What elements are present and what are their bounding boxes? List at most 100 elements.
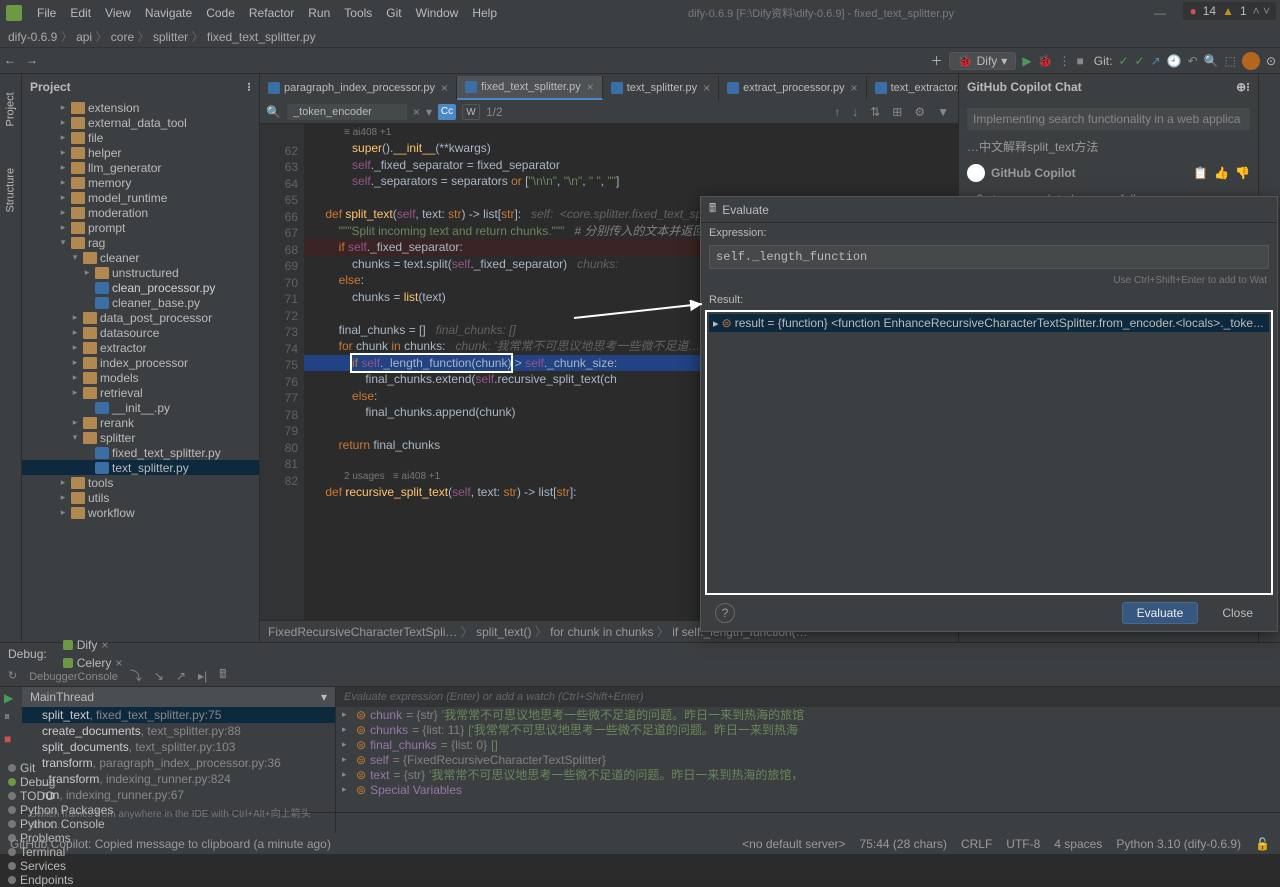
breadcrumb-item[interactable]: FixedRecursiveCharacterTextSpli… — [268, 625, 457, 639]
stack-frame[interactable]: create_documents, text_splitter.py:88 — [22, 723, 335, 739]
expression-input[interactable]: self._length_function — [709, 245, 1269, 269]
tree-item[interactable]: ▸external_data_tool — [22, 115, 259, 130]
select-all-icon[interactable]: ⇅ — [867, 105, 883, 119]
structure-tool-tab[interactable]: Structure — [5, 192, 17, 213]
tree-item[interactable]: ▸workflow — [22, 505, 259, 520]
status-encoding[interactable]: UTF-8 — [1006, 837, 1040, 851]
tree-item[interactable]: ▸memory — [22, 175, 259, 190]
rerun-icon[interactable]: ↻ — [8, 669, 17, 682]
status-indent[interactable]: 4 spaces — [1054, 837, 1102, 851]
editor-tab[interactable]: text_splitter.py× — [603, 76, 719, 100]
debug-subtab[interactable]: Console — [78, 671, 118, 683]
resume-icon[interactable]: ▶ — [0, 687, 22, 705]
menu-tools[interactable]: Tools — [337, 4, 379, 22]
tree-item[interactable]: ▸extension — [22, 100, 259, 115]
tree-item[interactable]: ▸rerank — [22, 415, 259, 430]
add-config-icon[interactable]: ＋ — [931, 52, 943, 69]
tree-item[interactable]: ▸llm_generator — [22, 160, 259, 175]
menu-code[interactable]: Code — [199, 4, 242, 22]
status-interpreter[interactable]: Python 3.10 (dify-0.6.9) — [1116, 837, 1241, 851]
copilot-more-icon[interactable]: ⁝ — [1246, 80, 1250, 94]
crumb[interactable]: core — [111, 30, 134, 44]
evaluate-icon[interactable]: 🖩 — [219, 665, 226, 686]
tree-item[interactable]: ▸model_runtime — [22, 190, 259, 205]
git-history-icon[interactable]: 🕘 — [1167, 54, 1182, 68]
add-selection-icon[interactable]: ⊞ — [889, 105, 905, 119]
editor-tab[interactable]: fixed_text_splitter.py× — [457, 76, 603, 100]
tree-item[interactable]: ▾rag — [22, 235, 259, 250]
bottom-tab-python-console[interactable]: Python Console — [8, 817, 113, 831]
status-position[interactable]: 75:44 (28 chars) — [860, 837, 947, 851]
tree-item[interactable]: ▸datasource — [22, 325, 259, 340]
forward-icon[interactable]: → — [26, 53, 42, 69]
help-icon[interactable]: ? — [715, 603, 735, 623]
copilot-search[interactable]: Implementing search functionality in a w… — [967, 108, 1250, 130]
thumbs-up-icon[interactable]: 👍 — [1214, 166, 1229, 180]
tree-item[interactable]: __init__.py — [22, 400, 259, 415]
bottom-tab-todo[interactable]: TODO — [8, 789, 113, 803]
tab-close-icon[interactable]: × — [703, 81, 710, 95]
tab-close-icon[interactable]: × — [587, 80, 594, 94]
bottom-tab-services[interactable]: Services — [8, 859, 113, 873]
menu-git[interactable]: Git — [379, 4, 408, 22]
tree-item[interactable]: text_splitter.py — [22, 460, 259, 475]
crumb[interactable]: dify-0.6.9 — [8, 30, 57, 44]
status-server[interactable]: <no default server> — [742, 837, 845, 851]
tree-item[interactable]: ▸index_processor — [22, 355, 259, 370]
avatar-icon[interactable] — [1242, 52, 1260, 70]
menu-edit[interactable]: Edit — [63, 4, 98, 22]
crumb[interactable]: api — [76, 30, 92, 44]
minimize-button[interactable]: — — [1138, 6, 1182, 20]
thread-select[interactable]: MainThread — [30, 690, 94, 704]
inspections-widget[interactable]: ●14 ▲1 ˄ ˅ — [1183, 2, 1276, 20]
copilot-new-icon[interactable]: ⊕ — [1236, 80, 1246, 94]
filter-icon[interactable]: ⚙ — [911, 105, 928, 119]
more-run-icon[interactable]: ⋮ — [1059, 54, 1071, 68]
tree-item[interactable]: ▸extractor — [22, 340, 259, 355]
git-update-icon[interactable]: ✓ — [1118, 54, 1128, 68]
bottom-tab-debug[interactable]: Debug — [8, 775, 113, 789]
debug-session-tab[interactable]: Dify × — [57, 636, 129, 654]
menu-window[interactable]: Window — [409, 4, 466, 22]
variable-row[interactable]: ▸⊜ chunks = {list: 11} ['我常常不可思议地思考一些微不足… — [336, 722, 1280, 737]
editor-tab[interactable]: paragraph_index_processor.py× — [260, 76, 457, 100]
find-history-icon[interactable]: ▾ — [426, 105, 432, 119]
editor-tab[interactable]: extract_processor.py× — [719, 76, 867, 100]
tree-item[interactable]: fixed_text_splitter.py — [22, 445, 259, 460]
tree-item[interactable]: ▾splitter — [22, 430, 259, 445]
project-tool-tab[interactable]: Project — [5, 106, 17, 127]
bottom-tab-endpoints[interactable]: Endpoints — [8, 873, 113, 887]
thumbs-down-icon[interactable]: 👎 — [1235, 166, 1250, 180]
tab-close-icon[interactable]: × — [441, 81, 448, 95]
tree-item[interactable]: ▸file — [22, 130, 259, 145]
menu-help[interactable]: Help — [465, 4, 504, 22]
git-commit-icon[interactable]: ✓ — [1135, 54, 1145, 68]
tree-item[interactable]: ▸helper — [22, 145, 259, 160]
crumb[interactable]: splitter — [153, 30, 188, 44]
step-out-icon[interactable]: ↗ — [176, 669, 186, 683]
stack-frame[interactable]: split_text, fixed_text_splitter.py:75 — [22, 707, 335, 723]
tree-item[interactable]: cleaner_base.py — [22, 295, 259, 310]
ide-settings-icon[interactable]: ⬚ — [1225, 54, 1236, 68]
tree-item[interactable]: ▸retrieval — [22, 385, 259, 400]
menu-file[interactable]: File — [30, 4, 63, 22]
copy-icon[interactable]: 📋 — [1193, 166, 1208, 180]
tab-close-icon[interactable]: × — [851, 81, 858, 95]
editor-tab[interactable]: text_extractor.py× — [867, 76, 958, 100]
match-case-toggle[interactable]: Cc — [438, 104, 456, 120]
tree-item[interactable]: ▸models — [22, 370, 259, 385]
tree-item[interactable]: clean_processor.py — [22, 280, 259, 295]
breadcrumb-item[interactable]: for chunk in chunks — [550, 625, 653, 639]
rollback-icon[interactable]: ↶ — [1188, 54, 1198, 68]
search-icon[interactable]: 🔍 — [1204, 54, 1219, 68]
pause-icon[interactable]: ⏸ — [0, 705, 22, 728]
prev-match-icon[interactable]: ↑ — [831, 105, 843, 119]
menu-navigate[interactable]: Navigate — [138, 4, 199, 22]
menu-run[interactable]: Run — [301, 4, 337, 22]
crumb[interactable]: fixed_text_splitter.py — [207, 30, 316, 44]
step-over-icon[interactable]: ⤵ — [130, 667, 142, 684]
filter2-icon[interactable]: ▼ — [934, 105, 952, 119]
tree-item[interactable]: ▸tools — [22, 475, 259, 490]
variable-row[interactable]: ▸⊜ self = {FixedRecursiveCharacterTextSp… — [336, 752, 1280, 767]
tree-item[interactable]: ▾cleaner — [22, 250, 259, 265]
